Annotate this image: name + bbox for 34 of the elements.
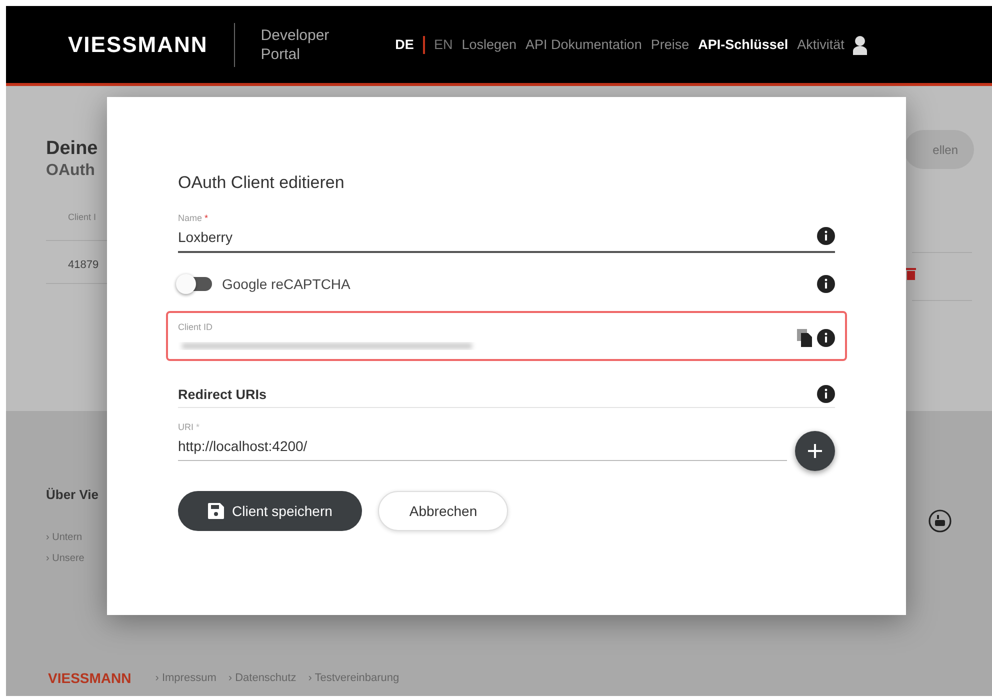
nav-link[interactable]: Loslegen	[462, 37, 517, 52]
info-icon[interactable]	[817, 385, 835, 403]
field-label: URI *	[178, 422, 201, 432]
field-label: Name *	[178, 213, 210, 223]
info-icon[interactable]	[817, 329, 835, 347]
add-button[interactable]	[795, 431, 835, 471]
language-link[interactable]: DE	[395, 37, 414, 52]
trash-icon[interactable]	[906, 268, 916, 280]
copy-icon[interactable]	[797, 329, 813, 347]
language-link[interactable]: EN	[434, 37, 453, 52]
page-subheading: OAuth	[46, 162, 95, 180]
section-heading: Redirect URIs	[178, 386, 268, 402]
info-icon[interactable]	[817, 275, 835, 293]
page-heading: Deine	[46, 138, 98, 160]
toggle-label: Google reCAPTCHA	[222, 276, 352, 292]
cancel-button[interactable]: Abbrechen	[378, 491, 508, 531]
portal-title: Developer Portal	[260, 26, 330, 64]
plus-icon	[808, 444, 822, 458]
field-label: Client ID	[178, 322, 214, 332]
uri-input[interactable]: http://localhost:4200/	[178, 438, 787, 454]
nav-link[interactable]: API-Schlüssel	[698, 37, 788, 52]
table-cell: 41879	[68, 259, 99, 271]
name-input[interactable]: Loxberry	[178, 229, 809, 245]
nav-link[interactable]: Preise	[650, 37, 690, 52]
column-header: Client I	[68, 212, 96, 222]
recaptcha-toggle[interactable]	[178, 277, 212, 291]
nav-link[interactable]: Aktivität	[797, 37, 844, 52]
user-icon[interactable]	[853, 34, 868, 54]
info-icon[interactable]	[817, 227, 835, 245]
nav-link[interactable]: API Dokumentation	[526, 37, 642, 52]
save-button[interactable]: Client speichern	[178, 491, 362, 531]
dialog-title: OAuth Client editieren	[178, 173, 346, 193]
footer-title: Über Vie	[46, 487, 100, 502]
viessmann-logo[interactable]: VIESSMANN	[68, 32, 208, 58]
